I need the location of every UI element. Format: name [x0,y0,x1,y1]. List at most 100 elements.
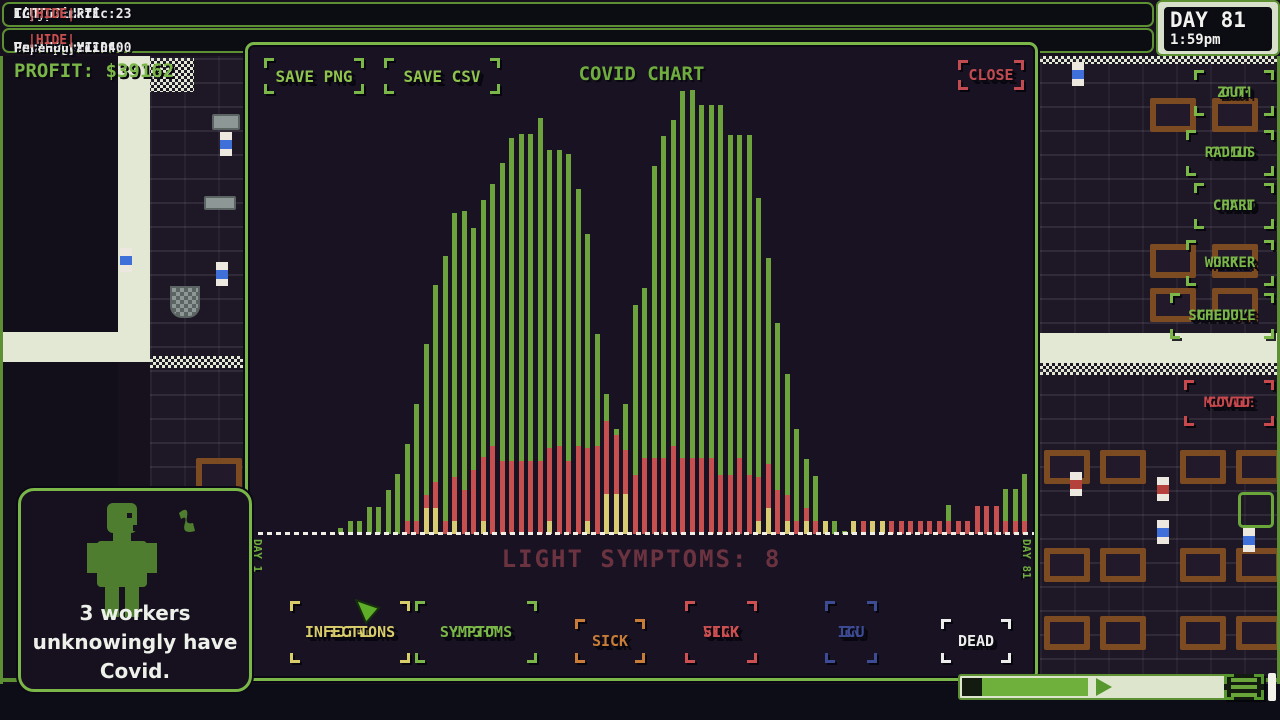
bar-day-36-red [595,446,600,534]
bar-day-42-red [652,458,657,534]
desk [1100,548,1146,582]
bar-day-49-red [718,475,723,534]
bar-day-33-red [566,461,571,534]
bar-day-52-red [747,475,752,534]
bar-day-27-red [509,461,514,534]
legend-sick[interactable]: SICK [575,619,645,663]
bar-day-45-red [680,458,685,534]
menu-hamburger-button[interactable] [1224,674,1264,700]
game-speed-bar[interactable] [958,674,1264,700]
worker-sprite [1072,62,1084,86]
covid-chart-button[interactable]: COVIDCHART [1194,183,1274,229]
bar-day-12 [367,507,372,534]
time-of-day: 1:59pm [1170,32,1266,48]
modify-schedule-button[interactable]: MODIFYSCHEDULE [1170,293,1274,339]
worker-sprite [1157,520,1169,544]
bar-day-29-red [528,461,533,534]
status-bar-health: At Home:27At Work:173Infected:26Asymptom… [2,2,1154,27]
bar-day-48-red [709,458,714,534]
desk [1044,450,1090,484]
bench [204,196,236,210]
worker-sprite [120,248,132,272]
basket [170,286,200,318]
bar-day-54-yellow [766,508,771,534]
bench [212,114,240,130]
clock-box: DAY 81 1:59pm [1164,7,1272,51]
desk [1180,616,1226,650]
legend-very-sick[interactable]: VERYSICK [685,601,757,663]
bar-day-50-red [728,475,733,534]
legend-dead[interactable]: DEAD [941,619,1011,663]
bar-day-15 [395,474,400,534]
desk [1180,548,1226,582]
dither-right [1040,363,1280,375]
bar-day-31-red [547,448,552,521]
bar-day-22-red [462,490,467,534]
bar-day-56-red [785,495,790,521]
desk [196,458,242,492]
bar-day-58-red [804,508,809,521]
bar-day-23-red [471,470,476,534]
bar-day-35-red [585,448,590,521]
hide-company-bar-button[interactable]: |HIDE| [28,33,75,48]
worker-sprite [220,132,232,156]
game-screen: At Home:27At Work:173Infected:26Asymptom… [0,0,1280,720]
bar-day-41-red [642,458,647,534]
hover-readout: LIGHT SYMPTOMS: 8 [248,545,1035,573]
bar-day-21-red [452,477,457,521]
notification-text: 3 workersunknowingly haveCovid. [21,599,249,686]
bar-day-54-red [766,464,771,508]
bar-day-37-yellow [604,494,609,534]
bar-day-39-red [623,450,628,494]
bar-day-43-red [661,458,666,534]
slider-handle[interactable] [1268,673,1276,701]
bar-day-25-red [490,446,495,534]
speed-segment-dark [962,678,982,696]
bar-day-13 [376,507,381,534]
bar-day-38-yellow [614,494,619,534]
day-counter: DAY 81 [1170,9,1266,32]
bar-day-34-red [576,446,581,534]
notification-bubble[interactable]: 3 workersunknowingly haveCovid. [18,488,252,692]
bar-day-20 [443,256,448,534]
bar-day-55-red [775,490,780,534]
bar-day-28-red [519,461,524,534]
bar-day-32-red [557,446,562,534]
covid-radius-button[interactable]: COVIDRADIUS [1186,130,1274,176]
desk [1100,616,1146,650]
close-button[interactable]: CLOSE [958,60,1024,90]
worker-sprite [1070,472,1082,496]
bar-day-78-red [994,506,999,534]
legend-in-icu[interactable]: INICU [825,601,877,663]
bar-day-77-red [984,506,989,534]
bar-day-17 [414,404,419,534]
bar-day-19-yellow [433,508,438,534]
legend-light-symptoms[interactable]: LIGHTSYMPTOMS [415,601,537,663]
desk [1236,450,1280,484]
desk [1180,450,1226,484]
zoom-out-button[interactable]: ZOOMOUT [1194,70,1274,116]
hide-health-bar-button[interactable]: |HIDE| [28,7,75,22]
hallway-horizontal-left [0,332,150,362]
bar-day-30-red [538,461,543,534]
legend-total-infections[interactable]: TOTALINFECTIONS [290,601,410,663]
desk [1150,98,1196,132]
profit-readout: PROFIT: $39162 [14,60,174,82]
desk [1044,616,1090,650]
desk [1236,548,1280,582]
mutate-covid-button[interactable]: MUTATECOVID [1184,380,1274,426]
bar-day-19-red [433,482,438,508]
chart-baseline [258,532,1034,535]
bar-day-76-red [975,506,980,534]
bar-day-46-red [690,458,695,534]
modal-title: COVID CHART [248,63,1035,85]
speed-fill [982,678,1088,696]
dither-left [150,356,245,368]
chart-plot-area[interactable] [261,89,1031,534]
worker-sprite [1157,477,1169,501]
desk [1236,616,1280,650]
bar-day-53-red [756,477,761,521]
bar-day-37-red [604,421,609,494]
hire-worker-button[interactable]: HIREWORKER [1186,240,1274,286]
bar-day-18-red [424,495,429,508]
